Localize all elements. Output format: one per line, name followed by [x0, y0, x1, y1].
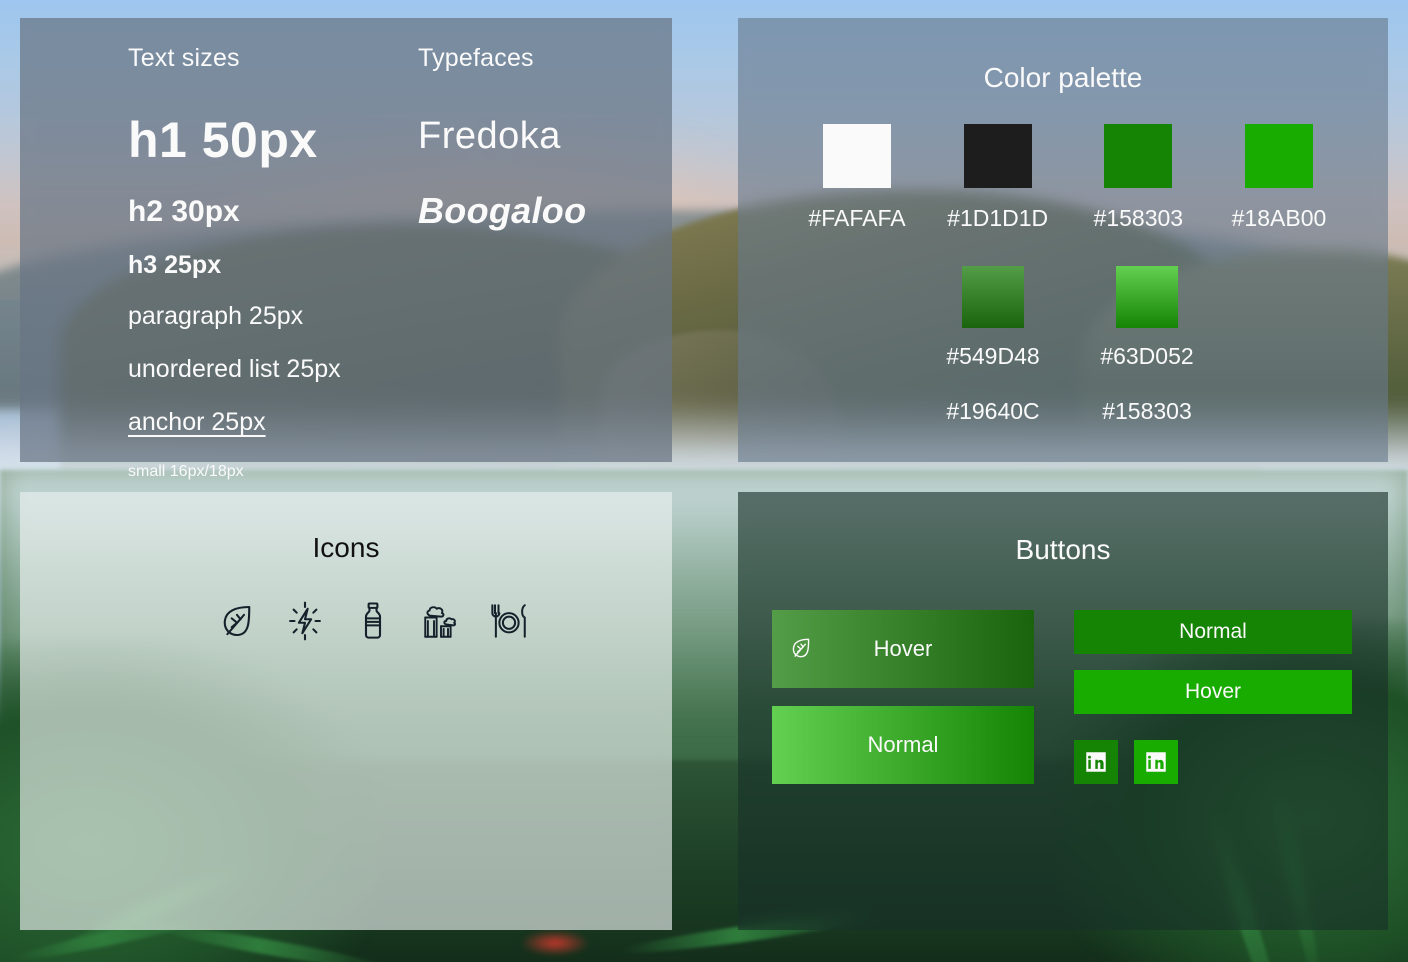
text-sizes-column: Text sizes h1 50px h2 30px h3 25px parag…	[128, 44, 428, 481]
color-chip-fafafa	[823, 124, 891, 188]
color-hex-label-top: #549D48	[946, 343, 1040, 369]
leaf-icon	[216, 600, 258, 646]
color-palette-title: Color palette	[983, 62, 1143, 93]
water-bottle-icon	[352, 600, 394, 646]
icons-title: Icons	[312, 532, 380, 563]
linkedin-hover-button[interactable]	[1134, 740, 1178, 784]
color-swatch-gradient: #63D052 #158303	[1088, 266, 1206, 429]
text-sizes-card: Text sizes h1 50px h2 30px h3 25px parag…	[20, 18, 672, 480]
color-swatch-row-primary: #FAFAFA #1D1D1D #158303 #18AB00	[798, 124, 1338, 235]
sample-h3: h3 25px	[128, 251, 222, 279]
secondary-normal-button[interactable]: Normal	[1074, 610, 1352, 654]
color-swatch-gradient: #549D48 #19640C	[934, 266, 1052, 429]
color-chip-18ab00	[1244, 124, 1313, 188]
normal-button[interactable]: Normal	[772, 706, 1034, 784]
sample-paragraph: paragraph 25px	[128, 302, 304, 330]
text-sizes-heading: Text sizes	[128, 44, 240, 72]
leaf-icon	[788, 635, 814, 663]
color-swatch: #18AB00	[1220, 124, 1338, 235]
typefaces-heading: Typefaces	[418, 44, 534, 72]
icons-card: Icons	[20, 492, 672, 930]
linkedin-normal-button[interactable]	[1074, 740, 1118, 784]
color-chip-1d1d1d	[963, 124, 1032, 188]
sample-small: small 16px/18px	[128, 463, 244, 480]
buttons-card: Buttons Hover Normal Normal Hover	[738, 492, 1388, 930]
hover-button-label: Hover	[873, 636, 933, 661]
secondary-buttons-column: Normal Hover	[1074, 610, 1352, 784]
energy-bolt-icon	[284, 600, 326, 646]
icon-row	[216, 600, 530, 646]
typeface-fredoka: Fredoka	[418, 115, 561, 157]
color-swatch: #158303	[1079, 124, 1197, 235]
color-palette-card: Color palette #FAFAFA #1D1D1D #158303 #1…	[738, 18, 1388, 462]
normal-button-label: Normal	[867, 732, 939, 757]
secondary-hover-button[interactable]: Hover	[1074, 670, 1352, 714]
secondary-hover-button-label: Hover	[1184, 680, 1242, 703]
color-swatch: #1D1D1D	[939, 124, 1057, 235]
primary-buttons-column: Hover Normal	[772, 610, 1034, 802]
secondary-normal-button-label: Normal	[1179, 620, 1247, 643]
factory-smoke-icon	[420, 600, 462, 646]
color-hex-label: #FAFAFA	[808, 205, 906, 231]
color-hex-label: #1D1D1D	[947, 205, 1049, 231]
typeface-boogaloo: Boogaloo	[418, 190, 587, 231]
color-hex-label: #18AB00	[1231, 205, 1327, 231]
color-hex-label-bottom: #19640C	[946, 398, 1040, 425]
typefaces-column: Typefaces Fredoka Boogaloo	[418, 44, 658, 232]
color-swatch: #FAFAFA	[798, 124, 916, 235]
sample-anchor[interactable]: anchor 25px	[128, 408, 266, 437]
linkedin-icon	[1083, 749, 1109, 775]
sample-h1: h1 50px	[128, 112, 318, 168]
linkedin-icon	[1143, 749, 1169, 775]
color-chip-158303	[1104, 124, 1173, 188]
color-chip-gradient-549d48	[962, 266, 1024, 328]
social-buttons-row	[1074, 740, 1352, 784]
color-chip-gradient-63d052	[1116, 266, 1178, 328]
color-hex-label-bottom: #158303	[1102, 398, 1192, 425]
hover-button[interactable]: Hover	[772, 610, 1034, 688]
sample-unordered-list: unordered list 25px	[128, 355, 341, 383]
background-red-flowers	[520, 930, 590, 956]
plate-cutlery-icon	[488, 600, 530, 646]
buttons-title: Buttons	[1015, 534, 1111, 565]
color-hex-label-top: #63D052	[1100, 343, 1194, 369]
sample-h2: h2 30px	[128, 195, 240, 228]
color-hex-label: #158303	[1093, 205, 1184, 231]
color-swatch-row-gradients: #549D48 #19640C #63D052 #158303	[934, 266, 1206, 429]
